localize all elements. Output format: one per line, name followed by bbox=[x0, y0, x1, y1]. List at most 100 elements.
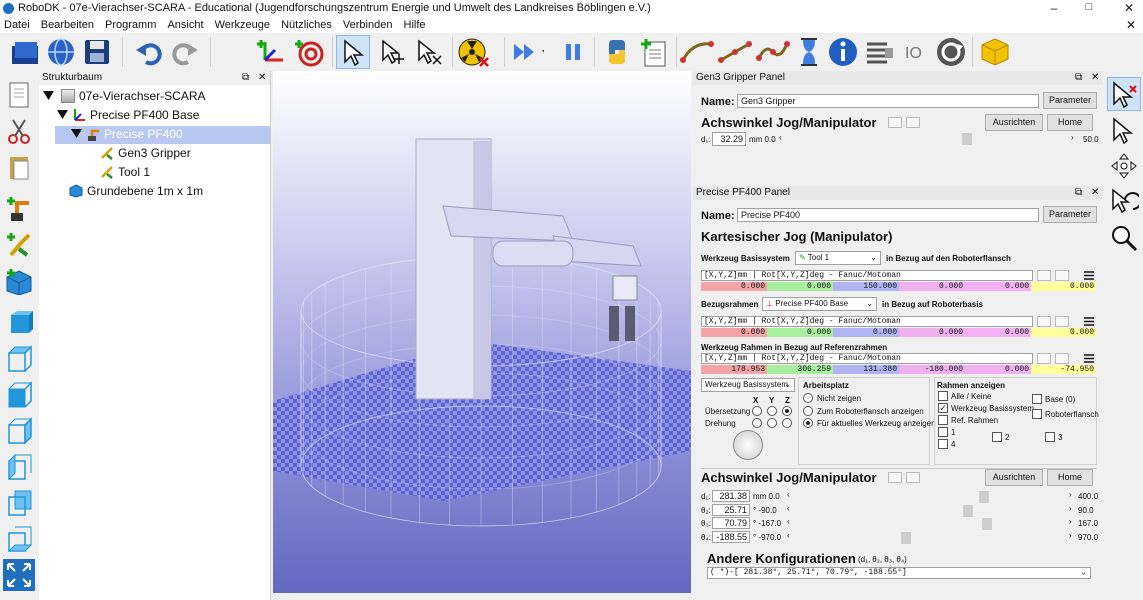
joint-value-input[interactable]: 25.71 bbox=[712, 503, 750, 516]
paste-pose-icon[interactable] bbox=[1055, 353, 1069, 364]
gripper-home-button[interactable]: Home bbox=[1047, 114, 1093, 131]
paste-icon[interactable] bbox=[3, 151, 35, 183]
slider-left-arrow[interactable]: ‹ bbox=[787, 504, 790, 513]
close-button[interactable]: ✕ bbox=[1121, 1, 1137, 15]
workspace-flange-radio[interactable] bbox=[803, 406, 813, 416]
joint-slider[interactable] bbox=[795, 504, 1067, 517]
frames-1-checkbox[interactable] bbox=[938, 427, 948, 437]
slider-right-arrow[interactable]: › bbox=[1069, 504, 1072, 513]
robot-align-button[interactable]: Ausrichten bbox=[985, 469, 1043, 486]
add-tool-icon[interactable] bbox=[3, 229, 35, 261]
menu-nuetzliches[interactable]: Nützliches bbox=[281, 17, 332, 33]
maximize-button[interactable]: □ bbox=[1081, 1, 1097, 13]
close-document-icon[interactable]: ✕ bbox=[1126, 17, 1136, 33]
tool-select[interactable]: ✎ Tool 1 ⌄ bbox=[795, 251, 881, 265]
ref-format-select[interactable]: [X,Y,Z]mm | Rot[X,Y,Z]deg - Fanuc/Motoma… bbox=[701, 316, 1033, 327]
view-front-icon[interactable] bbox=[3, 379, 35, 411]
undo-icon[interactable] bbox=[132, 35, 166, 69]
menu-icon[interactable] bbox=[1082, 270, 1096, 281]
menu-icon[interactable] bbox=[1082, 353, 1096, 364]
menu-ansicht[interactable]: Ansicht bbox=[167, 17, 203, 33]
slider-right-arrow[interactable]: › bbox=[1069, 490, 1072, 499]
workspace-tool-radio[interactable] bbox=[803, 418, 813, 428]
tree-item-ground[interactable]: Grundebene 1m x 1m bbox=[69, 182, 203, 200]
copy-pose-icon[interactable] bbox=[1037, 353, 1051, 364]
menu-hilfe[interactable]: Hilfe bbox=[404, 17, 426, 33]
collision-check-icon[interactable] bbox=[456, 35, 490, 69]
io-icon[interactable]: IO bbox=[898, 35, 932, 69]
redo-icon[interactable] bbox=[168, 35, 202, 69]
new-document-icon[interactable] bbox=[3, 79, 35, 111]
add-reference-frame-icon[interactable] bbox=[254, 35, 288, 69]
tree-item-robot-base[interactable]: Precise PF400 Base bbox=[72, 106, 199, 124]
expand-arrow-icon[interactable] bbox=[71, 129, 83, 139]
tool-in-ref-format-select[interactable]: [X,Y,Z]mm | Rot[X,Y,Z]deg - Fanuc/Motoma… bbox=[701, 353, 1033, 364]
expand-arrow-icon[interactable] bbox=[57, 110, 69, 120]
tool-pose-values[interactable]: 0.000 0.000 150.000 0.000 0.000 0.000 bbox=[701, 282, 1096, 291]
gripper-align-button[interactable]: Ausrichten bbox=[985, 114, 1043, 131]
move-tool-icon[interactable] bbox=[412, 35, 446, 69]
pointer-icon[interactable] bbox=[1107, 113, 1141, 147]
ref-rz[interactable]: 0.000 bbox=[1031, 328, 1096, 337]
ref-frame-select[interactable]: ⊥ Precise PF400 Base ⌄ bbox=[762, 297, 877, 311]
robot-name-input[interactable]: Precise PF400 bbox=[737, 208, 1039, 222]
open-file-icon[interactable] bbox=[8, 35, 42, 69]
paste-pose-icon[interactable] bbox=[1055, 316, 1069, 327]
tool-rz[interactable]: 0.000 bbox=[1031, 282, 1096, 291]
pause-instruction-icon[interactable] bbox=[792, 35, 826, 69]
ref-z[interactable]: 0.000 bbox=[833, 328, 899, 337]
slider-thumb[interactable] bbox=[979, 491, 989, 503]
slider-left-arrow[interactable]: ‹ bbox=[787, 490, 790, 499]
pose-rz[interactable]: -74.950 bbox=[1031, 365, 1096, 374]
float-panel-icon[interactable]: ⧉ bbox=[1075, 186, 1082, 200]
info-icon[interactable] bbox=[826, 35, 860, 69]
translate-x-radio[interactable] bbox=[752, 406, 762, 416]
slider-left-arrow[interactable]: ‹ bbox=[779, 133, 782, 142]
set-io-icon[interactable] bbox=[862, 35, 896, 69]
frames-base-checkbox[interactable] bbox=[1032, 394, 1042, 404]
pan-icon[interactable] bbox=[1107, 149, 1141, 183]
frames-tool-checkbox[interactable]: ✓ bbox=[938, 403, 948, 413]
menu-werkzeuge[interactable]: Werkzeuge bbox=[215, 17, 270, 33]
slider-right-arrow[interactable]: › bbox=[1071, 133, 1074, 142]
gripper-joint-slider[interactable] bbox=[786, 133, 1068, 145]
view-top-icon[interactable] bbox=[3, 343, 35, 375]
joint-value-input[interactable]: -188.55 bbox=[712, 530, 750, 543]
slider-right-arrow[interactable]: › bbox=[1069, 531, 1072, 540]
circular-move-instruction-icon[interactable] bbox=[756, 35, 790, 69]
pose-ry[interactable]: 0.000 bbox=[965, 365, 1031, 374]
select-mode-icon[interactable] bbox=[1107, 77, 1141, 111]
fast-simulation-icon[interactable] bbox=[510, 35, 544, 69]
robot-parameter-button[interactable]: Parameter bbox=[1043, 206, 1097, 223]
menu-datei[interactable]: Datei bbox=[4, 17, 30, 33]
slider-right-arrow[interactable]: › bbox=[1069, 517, 1072, 526]
close-panel-icon[interactable]: ✕ bbox=[258, 71, 266, 85]
view-back-icon[interactable] bbox=[3, 487, 35, 519]
view-right-icon[interactable] bbox=[3, 415, 35, 447]
add-object-icon[interactable] bbox=[3, 265, 35, 297]
joint-value-input[interactable]: 70.79 bbox=[712, 517, 750, 529]
rotate-z-radio[interactable] bbox=[782, 418, 792, 428]
tool-y[interactable]: 0.000 bbox=[767, 282, 833, 291]
online-library-icon[interactable] bbox=[44, 35, 78, 69]
rotate-x-radio[interactable] bbox=[752, 418, 762, 428]
pose-rx[interactable]: -180.000 bbox=[899, 365, 965, 374]
slider-thumb[interactable] bbox=[982, 518, 992, 530]
gripper-name-input[interactable]: Gen3 Gripper bbox=[737, 94, 1039, 108]
add-target-icon[interactable] bbox=[292, 35, 326, 69]
python-script-icon[interactable] bbox=[600, 35, 634, 69]
pose-y[interactable]: 306.259 bbox=[767, 365, 833, 374]
tool-x[interactable]: 0.000 bbox=[701, 282, 767, 291]
tree-item-tool[interactable]: Tool 1 bbox=[100, 163, 150, 181]
menu-verbinden[interactable]: Verbinden bbox=[343, 17, 393, 33]
tree-item-gripper[interactable]: Gen3 Gripper bbox=[100, 144, 191, 162]
move-reference-icon[interactable] bbox=[376, 35, 410, 69]
paste-joints-icon[interactable] bbox=[906, 472, 920, 483]
paste-joints-icon[interactable] bbox=[906, 117, 920, 128]
rotate-y-radio[interactable] bbox=[767, 418, 777, 428]
tool-in-ref-values[interactable]: 178.953 306.259 131.380 -180.000 0.000 -… bbox=[701, 365, 1096, 374]
ref-y[interactable]: 0.000 bbox=[767, 328, 833, 337]
pose-format-select[interactable]: [X,Y,Z]mm | Rot[X,Y,Z]deg - Fanuc/Motoma… bbox=[701, 270, 1033, 281]
joint-slider[interactable] bbox=[795, 491, 1067, 503]
frames-flange-checkbox[interactable] bbox=[1032, 409, 1042, 419]
